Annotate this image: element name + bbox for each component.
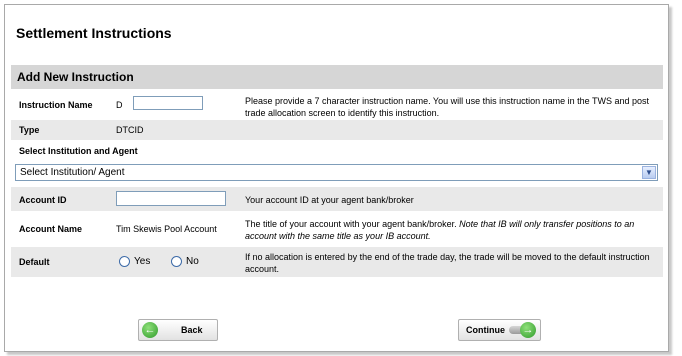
account-name-row: Account Name Tim Skewis Pool Account The…: [11, 213, 663, 245]
default-description: If no allocation is entered by the end o…: [245, 252, 650, 274]
account-name-description: The title of your account with your agen…: [245, 218, 660, 242]
arrow-right-icon: →: [520, 322, 536, 338]
institution-label: Select Institution and Agent: [19, 146, 138, 156]
chevron-down-icon[interactable]: ▼: [642, 166, 656, 179]
default-no-option[interactable]: No: [171, 256, 199, 268]
section-header: Add New Instruction: [11, 65, 663, 89]
default-row: Default Yes No If no allocation is enter…: [11, 247, 663, 277]
instruction-name-input[interactable]: [133, 96, 203, 110]
back-button[interactable]: ← Back: [138, 319, 218, 341]
back-button-label: Back: [181, 325, 203, 335]
default-no-radio[interactable]: [171, 256, 182, 268]
account-id-description: Your account ID at your agent bank/broke…: [245, 195, 414, 205]
account-name-value: Tim Skewis Pool Account: [116, 224, 217, 234]
instruction-name-description: Please provide a 7 character instruction…: [245, 96, 650, 118]
instruction-name-row: Instruction Name D Please provide a 7 ch…: [11, 91, 663, 119]
default-label: Default: [19, 257, 50, 267]
account-id-label: Account ID: [19, 195, 67, 205]
continue-button-label: Continue: [466, 325, 505, 335]
institution-row: Select Institution and Agent: [11, 142, 663, 160]
continue-button[interactable]: Continue →: [458, 319, 541, 341]
type-label: Type: [19, 125, 40, 135]
page-title: Settlement Instructions: [16, 25, 172, 41]
account-id-row: Account ID Your account ID at your agent…: [11, 187, 663, 211]
account-id-input[interactable]: [116, 191, 226, 206]
instruction-name-prefix: D: [116, 100, 123, 110]
section-title: Add New Instruction: [17, 70, 134, 84]
default-no-label: No: [186, 256, 199, 268]
default-yes-label: Yes: [134, 256, 151, 268]
account-name-label: Account Name: [19, 224, 83, 234]
account-name-description-text: The title of your account with your agen…: [245, 219, 457, 229]
default-yes-option[interactable]: Yes: [119, 256, 151, 268]
institution-select[interactable]: Select Institution/ Agent ▼: [15, 164, 658, 181]
institution-selected-value: Select Institution/ Agent: [20, 167, 125, 178]
default-yes-radio[interactable]: [119, 256, 130, 268]
type-row: Type DTCID: [11, 120, 663, 140]
instruction-name-label: Instruction Name: [19, 100, 93, 110]
arrow-left-icon: ←: [142, 322, 158, 338]
type-value: DTCID: [116, 125, 144, 135]
